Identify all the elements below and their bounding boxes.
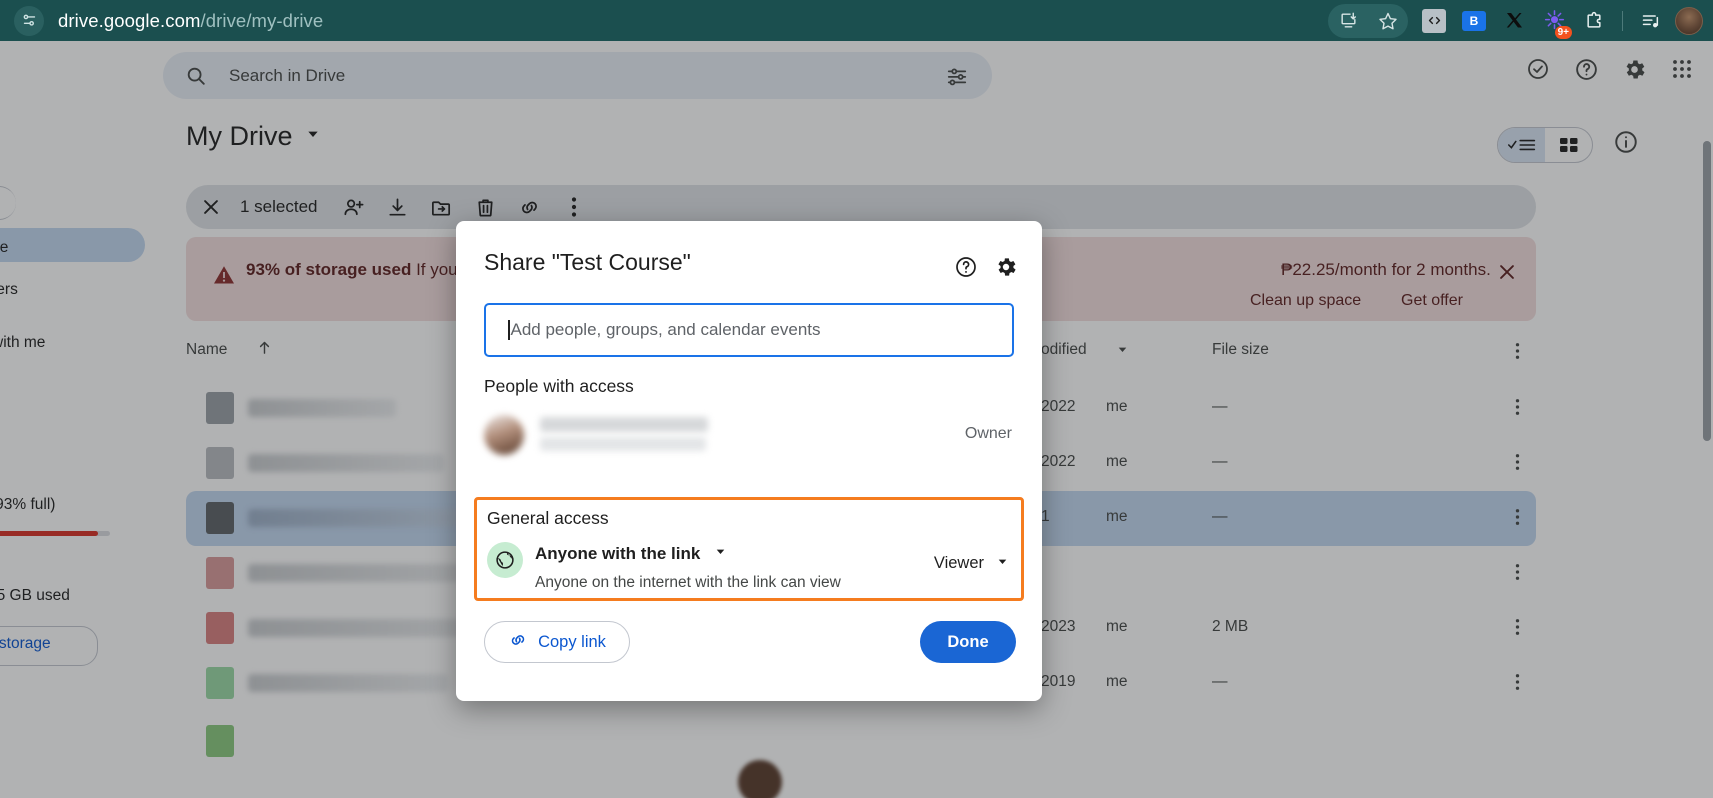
copy-link-button[interactable]: Copy link	[484, 621, 630, 663]
general-access-section: General access Anyone with the link Anyo…	[474, 497, 1024, 601]
add-people-placeholder: Add people, groups, and calendar events	[510, 320, 821, 339]
avatar	[484, 415, 524, 455]
add-people-input[interactable]: Add people, groups, and calendar events	[484, 303, 1014, 357]
omnibox-action-chips	[1328, 3, 1408, 38]
address-bar-url[interactable]: drive.google.com/drive/my-drive	[58, 10, 323, 32]
url-path: /drive/my-drive	[200, 9, 324, 31]
link-chain-icon	[508, 630, 528, 655]
code-extension-icon[interactable]	[1414, 0, 1454, 41]
drive-page: ve ters with me (93% full) 15 GB used e …	[0, 41, 1713, 798]
url-domain: drive.google.com	[58, 9, 201, 31]
screenshot-root: drive.google.com/drive/my-drive B 9+ e e…	[0, 0, 1713, 798]
media-playlist-icon[interactable]	[1631, 0, 1671, 41]
notification-extension-icon[interactable]: 9+	[1534, 0, 1574, 41]
general-access-heading: General access	[487, 508, 609, 528]
blue-badge-extension-icon[interactable]: B	[1454, 0, 1494, 41]
owner-role-label: Owner	[964, 425, 1012, 442]
settings-gear-icon[interactable]	[992, 253, 1020, 281]
person-email	[540, 437, 706, 451]
bookmark-star-icon[interactable]	[1368, 0, 1408, 41]
browser-toolbar: drive.google.com/drive/my-drive B 9+	[0, 0, 1713, 41]
list-item[interactable]: Owner	[484, 411, 1014, 459]
extensions-puzzle-icon[interactable]	[1574, 0, 1614, 41]
install-app-icon[interactable]	[1328, 0, 1368, 41]
person-name	[540, 417, 708, 432]
globe-icon	[487, 542, 523, 578]
site-settings-icon[interactable]	[14, 5, 44, 36]
x-twitter-extension-icon[interactable]	[1494, 0, 1534, 41]
chevron-down-icon[interactable]	[714, 545, 727, 563]
general-access-role-button[interactable]: Viewer	[934, 554, 1009, 573]
done-button[interactable]: Done	[920, 621, 1016, 663]
help-circle-icon[interactable]	[952, 253, 980, 281]
dialog-title: Share "Test Course"	[484, 249, 691, 275]
people-with-access-heading: People with access	[484, 376, 634, 396]
done-button-label: Done	[947, 632, 989, 651]
share-dialog: Share "Test Course" Add people, groups, …	[456, 221, 1042, 701]
copy-link-label: Copy link	[538, 632, 606, 651]
general-access-scope-label: Anyone with the link	[535, 544, 701, 563]
notification-count-badge: 9+	[1554, 26, 1572, 39]
toolbar-divider	[1622, 10, 1623, 31]
browser-toolbar-actions: B 9+	[1328, 0, 1713, 41]
general-access-role-label: Viewer	[933, 554, 984, 572]
chevron-down-icon[interactable]	[996, 555, 1009, 573]
general-access-scope-button[interactable]: Anyone with the link	[535, 544, 727, 564]
text-cursor	[508, 320, 510, 340]
profile-avatar[interactable]	[1675, 6, 1703, 35]
general-access-description: Anyone on the internet with the link can…	[535, 574, 841, 591]
